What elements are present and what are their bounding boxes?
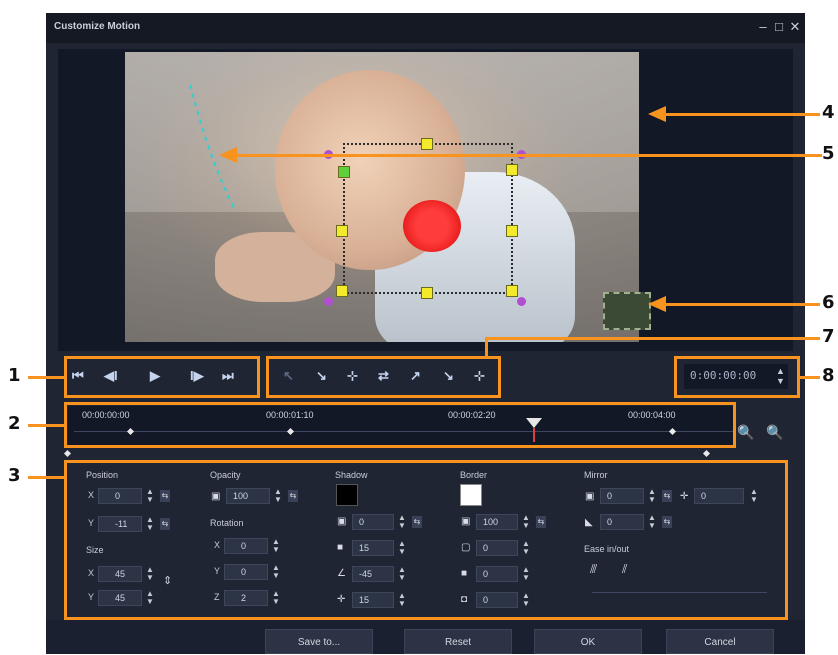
- callout-number-3: 3: [8, 465, 21, 486]
- callout-arrow-5-icon: [219, 147, 237, 163]
- window-title: Customize Motion: [54, 21, 141, 32]
- ok-button[interactable]: OK: [534, 629, 642, 654]
- callout-line-7-drop: [485, 337, 488, 357]
- callout-line-5: [237, 154, 822, 157]
- callout-number-6: 6: [822, 292, 835, 313]
- resize-handle-tr[interactable]: [506, 164, 518, 176]
- callout-arrow-6-icon: [648, 296, 666, 312]
- close-button[interactable]: ✕: [786, 17, 804, 37]
- resize-handle-bl[interactable]: [336, 285, 348, 297]
- cancel-button[interactable]: Cancel: [666, 629, 774, 654]
- callout-number-5: 5: [822, 143, 835, 164]
- center-point-marker[interactable]: [403, 200, 461, 252]
- callout-line-2: [28, 424, 64, 427]
- callout-box-timecode: [674, 356, 800, 398]
- save-to-button[interactable]: Save to...: [265, 629, 373, 654]
- callout-line-6: [665, 303, 820, 306]
- navigation-thumbnail[interactable]: [603, 292, 651, 330]
- resize-handle-right[interactable]: [506, 225, 518, 237]
- callout-number-1: 1: [8, 365, 21, 386]
- callout-number-8: 8: [822, 365, 835, 386]
- resize-handle-tl[interactable]: [338, 166, 350, 178]
- reset-button[interactable]: Reset: [404, 629, 512, 654]
- callout-arrow-4-icon: [648, 106, 666, 122]
- title-bar: Customize Motion – □ ✕: [46, 13, 805, 43]
- callout-line-8: [800, 376, 820, 379]
- callout-line-3: [28, 476, 64, 479]
- rotation-handle-br[interactable]: [517, 297, 526, 306]
- zoom-out-icon[interactable]: 🔍: [766, 424, 783, 441]
- zoom-in-icon[interactable]: 🔍: [737, 424, 754, 441]
- callout-number-2: 2: [8, 413, 21, 434]
- callout-line-1: [28, 376, 64, 379]
- callout-line-7: [485, 337, 820, 340]
- callout-box-transport: [64, 356, 260, 398]
- resize-handle-br[interactable]: [506, 285, 518, 297]
- callout-box-tools: [266, 356, 501, 398]
- rotation-handle-bl[interactable]: [324, 297, 333, 306]
- resize-handle-left[interactable]: [336, 225, 348, 237]
- callout-box-timeline: [64, 402, 736, 448]
- resize-handle-top[interactable]: [421, 138, 433, 150]
- callout-box-properties: [64, 460, 788, 620]
- resize-handle-bottom[interactable]: [421, 287, 433, 299]
- callout-number-4: 4: [822, 102, 835, 123]
- callout-number-7: 7: [822, 326, 835, 347]
- callout-line-4: [665, 113, 820, 116]
